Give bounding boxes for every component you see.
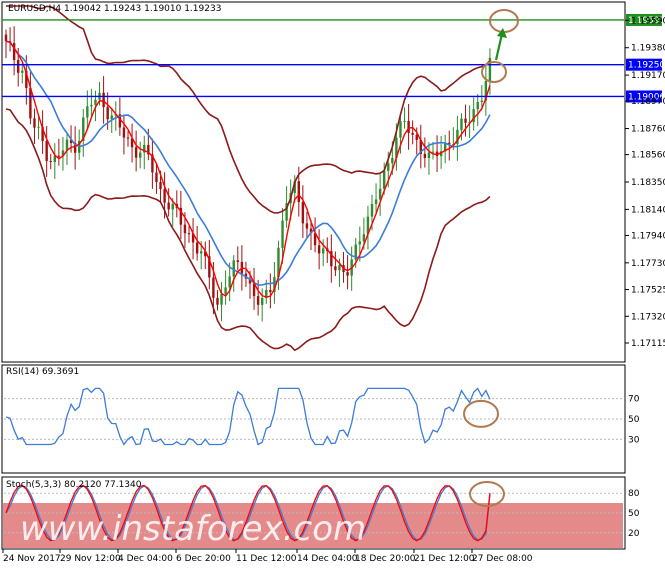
time-axis-label: 6 Dec 20:00 <box>176 554 231 564</box>
candle-body <box>383 170 386 189</box>
candle-body <box>90 104 93 107</box>
price-axis-label: 1.18350 <box>631 178 665 188</box>
candle-body <box>399 121 402 138</box>
price-axis-label: 1.18970 <box>631 97 665 107</box>
candle-body <box>21 70 24 73</box>
candle-body <box>370 203 374 217</box>
candle-body <box>358 241 361 245</box>
candle-body <box>334 266 337 271</box>
candle-body <box>159 182 162 190</box>
candle-body <box>45 141 48 162</box>
time-axis-label: 27 Dec 08:00 <box>472 554 533 564</box>
rsi-axis-label: 50 <box>628 415 640 425</box>
candle-body <box>167 202 170 210</box>
candle-body <box>480 100 483 103</box>
candle-body <box>431 151 435 153</box>
eurusd-h4-chart: www.instaforex.com 1.195931.192501.19006… <box>0 0 665 568</box>
price-axis-label: 1.17940 <box>631 231 665 241</box>
candle-body <box>415 134 418 140</box>
candle-body <box>65 139 69 151</box>
candle-body <box>171 203 174 210</box>
candle-body <box>134 147 138 158</box>
time-axis-label: 21 Dec 12:00 <box>414 554 475 564</box>
candle-body <box>423 153 427 159</box>
price-axis-label: 1.17320 <box>631 312 665 322</box>
candle-body <box>297 181 300 203</box>
main-header: EURUSD,H4 1.19042 1.19243 1.19010 1.1923… <box>8 4 221 14</box>
time-axis-label: 29 Nov 12:00 <box>60 554 121 564</box>
candle-body <box>387 163 390 171</box>
price-axis-label: 1.18140 <box>631 205 665 215</box>
candle-body <box>183 224 187 234</box>
candle-body <box>391 157 394 164</box>
candle-body <box>256 296 260 305</box>
candle-body <box>464 118 467 123</box>
level-price-label: 1.19250 <box>628 61 665 71</box>
candle-body <box>187 233 191 235</box>
candle-body <box>57 155 61 157</box>
price-axis-label: 1.18560 <box>631 151 665 161</box>
candle-body <box>33 118 36 128</box>
stoch-axis-label: 80 <box>628 489 640 499</box>
candle-body <box>322 248 325 254</box>
candle-body <box>362 234 366 242</box>
candle-body <box>374 199 378 204</box>
rsi-axis-label: 70 <box>628 395 640 405</box>
candle-body <box>195 242 199 254</box>
candle-body <box>163 189 166 203</box>
candle-body <box>338 265 341 271</box>
candle-body <box>261 298 264 305</box>
candle-body <box>476 102 479 110</box>
time-axis-label: 14 Dec 04:00 <box>297 554 358 564</box>
candle-body <box>346 272 349 276</box>
candle-body <box>212 277 215 298</box>
stoch-axis-label: 50 <box>628 509 640 519</box>
candle-body <box>301 202 305 224</box>
candle-body <box>37 126 40 128</box>
candle-body <box>49 161 52 163</box>
candle-body <box>228 276 231 288</box>
candle-body <box>106 107 109 120</box>
price-axis-label: 1.18760 <box>631 125 665 135</box>
candle-body <box>17 59 20 73</box>
rsi-header: RSI(14) 69.3691 <box>6 367 79 377</box>
rsi-axis-label: 30 <box>628 435 640 445</box>
price-axis-label: 1.19380 <box>631 44 665 54</box>
candle-body <box>281 220 284 248</box>
candle-body <box>94 99 97 105</box>
time-axis-label: 18 Dec 20:00 <box>355 554 416 564</box>
candle-body <box>224 287 227 295</box>
candle-body <box>269 289 272 293</box>
candle-body <box>236 260 239 262</box>
candle-body <box>407 120 410 133</box>
candle-body <box>126 137 130 139</box>
time-axis-label: 24 Nov 2017 <box>3 554 61 564</box>
time-axis-label: 4 Dec 04:00 <box>118 554 173 564</box>
candle-body <box>139 152 142 158</box>
price-axis-label: 1.17730 <box>631 259 665 269</box>
candle-body <box>427 152 431 159</box>
candle-body <box>155 172 158 183</box>
watermark-text: www.instaforex.com <box>20 509 366 549</box>
candle-body <box>411 132 414 135</box>
candle-body <box>122 127 126 138</box>
price-axis-label: 1.17115 <box>631 339 665 349</box>
candle-body <box>102 92 105 108</box>
price-axis-label: 1.19170 <box>631 71 665 81</box>
candle-body <box>216 297 219 305</box>
candle-body <box>305 223 309 229</box>
stoch-axis-label: 20 <box>628 529 640 539</box>
candle-body <box>86 106 89 118</box>
stoch-header: Stoch(5,3,3) 80.2120 77.1340 <box>6 480 142 490</box>
price-axis-label: 1.17525 <box>631 286 665 296</box>
candle-body <box>200 251 203 254</box>
time-axis-label: 11 Dec 12:00 <box>236 554 297 564</box>
price-axis-label: 1.19590 <box>631 16 665 26</box>
candle-body <box>4 34 8 42</box>
candle-body <box>220 294 223 305</box>
candle-body <box>317 245 321 254</box>
candle-body <box>460 118 463 130</box>
candle-body <box>403 120 406 122</box>
